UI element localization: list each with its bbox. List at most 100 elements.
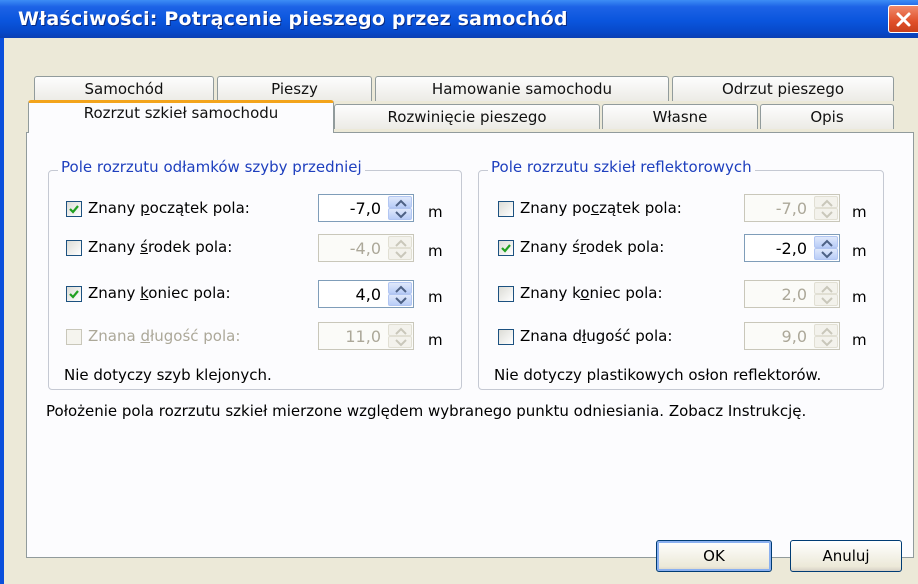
spin-up-button[interactable] bbox=[388, 236, 412, 248]
label-part: Znany bbox=[88, 199, 141, 217]
label-part: niec pola: bbox=[589, 284, 663, 302]
headlights-end-spinner[interactable]: 2,0 bbox=[744, 280, 840, 308]
spinner-buttons bbox=[388, 282, 412, 306]
spinner-buttons bbox=[388, 196, 412, 220]
spin-down-button[interactable] bbox=[814, 208, 838, 220]
title-bar[interactable]: Właściwości: Potrącenie pieszego przez s… bbox=[0, 0, 918, 38]
spin-down-button[interactable] bbox=[388, 336, 412, 348]
windshield-length-checkbox[interactable] bbox=[66, 329, 82, 345]
info-text: Położenie pola rozrzutu szkieł mierzone … bbox=[46, 402, 807, 420]
label-accelerator: ś bbox=[140, 238, 148, 256]
arrow-down-icon bbox=[395, 211, 407, 219]
windshield-middle-spinner[interactable]: -4,0 bbox=[318, 234, 414, 262]
spin-up-button[interactable] bbox=[814, 236, 838, 248]
headlights-start-label: Znany początek pola: bbox=[520, 199, 682, 217]
windshield-start-label: Znany początek pola: bbox=[88, 199, 250, 217]
unit-label: m bbox=[852, 203, 867, 221]
windshield-length-spinner[interactable]: 11,0 bbox=[318, 322, 414, 350]
tab-opis[interactable]: Opis bbox=[760, 104, 894, 129]
arrow-up-icon bbox=[395, 239, 407, 247]
spin-up-button[interactable] bbox=[814, 324, 838, 336]
unit-label: m bbox=[852, 242, 867, 260]
tab-rozwiniecie-pieszego[interactable]: Rozwinięcie pieszego bbox=[334, 104, 600, 129]
label-part: odek pola: bbox=[585, 238, 665, 256]
windshield-middle-value[interactable]: -4,0 bbox=[350, 239, 381, 258]
windshield-middle-checkbox[interactable] bbox=[66, 240, 82, 256]
windshield-start-spinner[interactable]: -7,0 bbox=[318, 194, 414, 222]
label-part: ugość pola: bbox=[586, 327, 673, 345]
headlights-length-value[interactable]: 9,0 bbox=[782, 327, 807, 346]
tab-odrzut-pieszego[interactable]: Odrzut pieszego bbox=[672, 76, 894, 101]
headlights-end-value[interactable]: 2,0 bbox=[782, 285, 807, 304]
ok-button[interactable]: OK bbox=[656, 540, 772, 572]
spin-down-button[interactable] bbox=[388, 294, 412, 306]
spin-up-button[interactable] bbox=[814, 282, 838, 294]
unit-label: m bbox=[428, 331, 443, 349]
windshield-length-label: Znana długość pola: bbox=[88, 327, 240, 345]
headlights-end-checkbox[interactable] bbox=[498, 286, 514, 302]
arrow-down-icon bbox=[821, 251, 833, 259]
spin-down-button[interactable] bbox=[814, 248, 838, 260]
arrow-up-icon bbox=[395, 199, 407, 207]
spinner-buttons bbox=[388, 324, 412, 348]
windshield-end-spinner[interactable]: 4,0 bbox=[318, 280, 414, 308]
headlights-length-checkbox[interactable] bbox=[498, 329, 514, 345]
headlights-end-label: Znany koniec pola: bbox=[520, 284, 663, 302]
arrow-down-icon bbox=[395, 251, 407, 259]
windshield-end-label: Znany koniec pola: bbox=[88, 284, 231, 302]
arrow-down-icon bbox=[821, 211, 833, 219]
unit-label: m bbox=[428, 242, 443, 260]
tab-hamowanie-samochodu[interactable]: Hamowanie samochodu bbox=[375, 76, 669, 101]
arrow-down-icon bbox=[395, 297, 407, 305]
headlights-start-spinner[interactable]: -7,0 bbox=[744, 194, 840, 222]
windshield-start-value[interactable]: -7,0 bbox=[350, 199, 381, 218]
headlights-middle-label: Znany środek pola: bbox=[520, 238, 664, 256]
windshield-start-checkbox[interactable] bbox=[66, 201, 82, 217]
arrow-up-icon bbox=[821, 327, 833, 335]
spin-down-button[interactable] bbox=[388, 248, 412, 260]
arrow-up-icon bbox=[821, 199, 833, 207]
headlights-length-spinner[interactable]: 9,0 bbox=[744, 322, 840, 350]
label-part: ługość pola: bbox=[149, 327, 241, 345]
spin-up-button[interactable] bbox=[388, 324, 412, 336]
label-part: Znany bbox=[520, 199, 573, 217]
unit-label: m bbox=[852, 288, 867, 306]
spin-up-button[interactable] bbox=[814, 196, 838, 208]
cancel-button[interactable]: Anuluj bbox=[790, 540, 902, 572]
windshield-length-value[interactable]: 11,0 bbox=[345, 327, 381, 346]
headlights-middle-value[interactable]: -2,0 bbox=[776, 239, 807, 258]
headlights-middle-spinner[interactable]: -2,0 bbox=[744, 234, 840, 262]
label-part: po bbox=[572, 199, 591, 217]
label-accelerator: c bbox=[590, 199, 600, 217]
unit-label: m bbox=[852, 331, 867, 349]
tab-samochod[interactable]: Samochód bbox=[34, 76, 214, 101]
spin-down-button[interactable] bbox=[814, 294, 838, 306]
tab-pieszy[interactable]: Pieszy bbox=[217, 76, 372, 101]
arrow-down-icon bbox=[395, 339, 407, 347]
label-part: Znany bbox=[520, 284, 573, 302]
spin-down-button[interactable] bbox=[388, 208, 412, 220]
label-part: ś bbox=[572, 238, 580, 256]
tab-wlasne[interactable]: Własne bbox=[602, 104, 758, 129]
unit-label: m bbox=[428, 203, 443, 221]
windshield-note: Nie dotyczy szyb klejonych. bbox=[64, 366, 272, 384]
windshield-group-title: Pole rozrzutu odłamków szyby przedniej bbox=[58, 158, 365, 176]
dialog-window: Właściwości: Potrącenie pieszego przez s… bbox=[0, 0, 918, 584]
label-part: zątek pola: bbox=[599, 199, 682, 217]
label-part: Znany bbox=[88, 238, 141, 256]
close-button[interactable] bbox=[888, 5, 918, 33]
spin-up-button[interactable] bbox=[388, 196, 412, 208]
arrow-up-icon bbox=[821, 285, 833, 293]
label-part: oczątek pola: bbox=[149, 199, 250, 217]
headlights-middle-checkbox[interactable] bbox=[498, 240, 514, 256]
headlights-start-value[interactable]: -7,0 bbox=[776, 199, 807, 218]
windshield-end-value[interactable]: 4,0 bbox=[356, 285, 381, 304]
tab-rozrzut-szkiel-samochodu[interactable]: Rozrzut szkieł samochodu bbox=[28, 100, 334, 133]
spinner-buttons bbox=[814, 282, 838, 306]
windshield-end-checkbox[interactable] bbox=[66, 286, 82, 302]
headlights-start-checkbox[interactable] bbox=[498, 201, 514, 217]
label-part: d bbox=[572, 327, 582, 345]
spin-down-button[interactable] bbox=[814, 336, 838, 348]
spin-up-button[interactable] bbox=[388, 282, 412, 294]
headlights-length-label: Znana długość pola: bbox=[520, 327, 672, 345]
